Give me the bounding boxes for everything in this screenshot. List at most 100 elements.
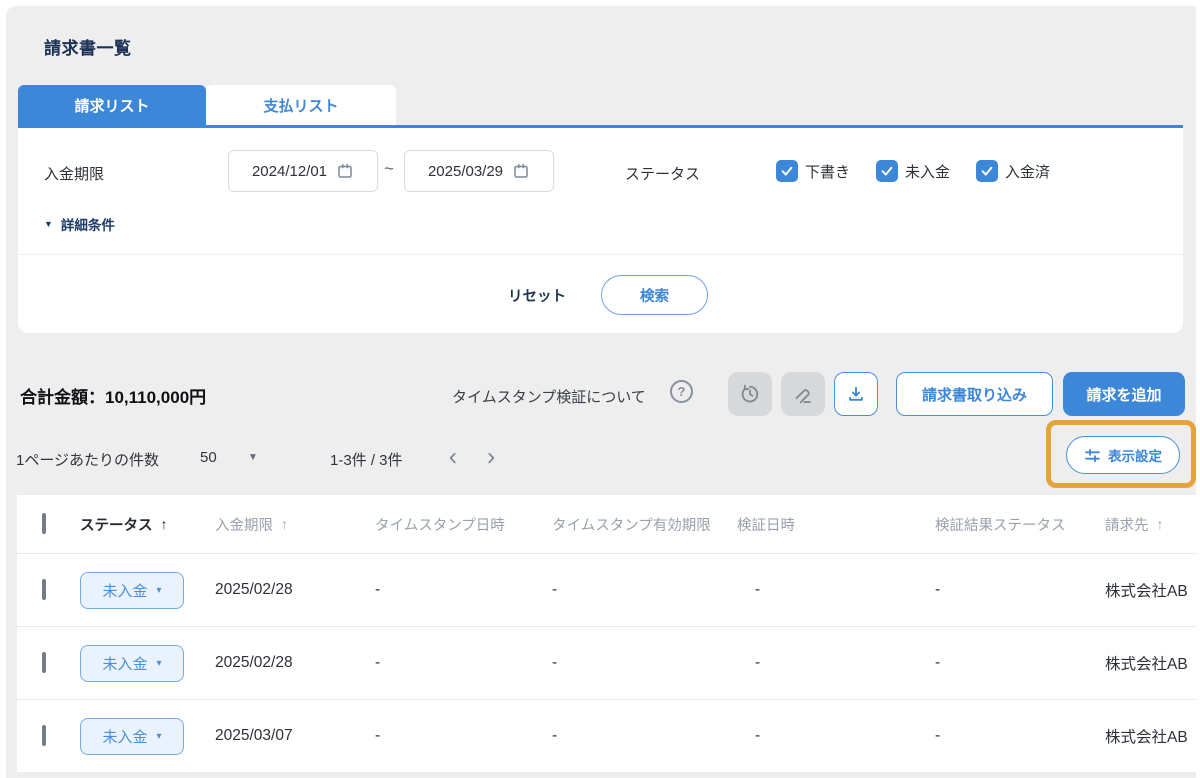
- status-label: 未入金: [102, 655, 148, 673]
- reset-button[interactable]: リセット: [508, 285, 566, 306]
- calendar-icon: [336, 162, 354, 180]
- date-from-value: 2024/12/01: [251, 162, 328, 180]
- status-filter-label: ステータス: [625, 166, 701, 183]
- cell-due-date: 2025/02/28: [215, 654, 293, 671]
- column-header-label: タイムスタンプ日時: [375, 517, 505, 534]
- caret-down-icon[interactable]: ▼: [248, 452, 258, 463]
- next-page-button[interactable]: [478, 445, 504, 471]
- filter-divider: [18, 254, 1183, 255]
- column-header-1[interactable]: ステータス ↑: [80, 514, 215, 535]
- help-icon[interactable]: ?: [670, 380, 693, 403]
- caret-down-icon: ▾: [156, 584, 162, 596]
- column-header-label: 入金期限: [215, 517, 273, 534]
- column-header-6: 検証結果ステータス: [935, 514, 1105, 535]
- cell-client: 株式会社AB: [1105, 583, 1188, 600]
- row-checkbox[interactable]: [42, 652, 46, 673]
- cell-timestamp: -: [375, 727, 381, 744]
- cell-timestamp-expiry: -: [552, 654, 558, 671]
- cell-verified-at: -: [755, 654, 761, 671]
- display-settings-button[interactable]: 表示設定: [1066, 436, 1180, 474]
- page-title: 請求書一覧: [44, 39, 132, 58]
- date-from-input[interactable]: 2024/12/01: [228, 150, 378, 192]
- status-filter-checkbox-1[interactable]: 未入金: [876, 160, 950, 182]
- cell-client: 株式会社AB: [1105, 729, 1188, 746]
- cell-timestamp: -: [375, 581, 381, 598]
- checkbox-checked-icon: [876, 160, 899, 182]
- eraser-icon: [792, 383, 814, 405]
- status-dropdown[interactable]: 未入金 ▾: [80, 717, 184, 755]
- display-settings-label: 表示設定: [1108, 449, 1162, 464]
- cell-due-date: 2025/03/07: [215, 727, 293, 744]
- date-to-value: 2025/03/29: [427, 162, 504, 180]
- caret-down-icon: ▾: [156, 730, 162, 742]
- status-label: 未入金: [102, 582, 148, 600]
- cell-timestamp: -: [375, 654, 381, 671]
- column-header-label: ステータス: [80, 517, 153, 534]
- cell-verified-at: -: [755, 581, 761, 598]
- date-range-separator: ~: [384, 159, 394, 178]
- cell-timestamp-expiry: -: [552, 581, 558, 598]
- table-row: 未入金 ▾ 2025/02/28 - - - - 株式会社AB: [17, 554, 1197, 627]
- sort-arrow-icon: ↑: [160, 516, 168, 532]
- column-header-7[interactable]: 請求先 ↑: [1105, 514, 1197, 535]
- history-button[interactable]: [728, 372, 772, 416]
- search-button[interactable]: 検索: [601, 275, 708, 315]
- column-header-3: タイムスタンプ日時: [375, 514, 552, 535]
- sort-arrow-icon: ↑: [281, 516, 288, 532]
- due-date-label: 入金期限: [44, 166, 105, 183]
- import-invoice-button[interactable]: 請求書取り込み: [896, 372, 1053, 416]
- timestamp-info-label: タイムスタンプ検証について: [452, 389, 646, 406]
- status-dropdown[interactable]: 未入金 ▾: [80, 571, 184, 609]
- prev-page-button[interactable]: [440, 445, 466, 471]
- history-icon: [739, 383, 761, 405]
- column-header-5: 検証日時: [737, 514, 935, 535]
- download-button[interactable]: [834, 372, 878, 416]
- chevron-right-icon: [483, 450, 499, 466]
- detail-conditions-label: 詳細条件: [60, 218, 115, 233]
- column-header-4: タイムスタンプ有効期限: [552, 514, 737, 535]
- eraser-button[interactable]: [781, 372, 825, 416]
- cell-verified-at: -: [755, 727, 761, 744]
- status-checkbox-group: 下書き 未入金 入金済: [776, 160, 1050, 182]
- status-option-label: 入金済: [1005, 163, 1051, 181]
- cell-verify-result: -: [935, 654, 941, 671]
- checkbox-checked-icon: [976, 160, 999, 182]
- table-row: 未入金 ▾ 2025/03/07 - - - - 株式会社AB: [17, 700, 1197, 772]
- table-row: 未入金 ▾ 2025/02/28 - - - - 株式会社AB: [17, 627, 1197, 700]
- status-filter-checkbox-2[interactable]: 入金済: [976, 160, 1050, 182]
- column-header-label: タイムスタンプ有効期限: [552, 517, 711, 534]
- status-option-label: 下書き: [805, 163, 851, 181]
- page-range: 1-3件 / 3件: [330, 452, 403, 469]
- column-header-label: 検証結果ステータス: [935, 517, 1066, 534]
- calendar-icon: [512, 162, 530, 180]
- download-icon: [846, 384, 866, 404]
- column-header-2[interactable]: 入金期限 ↑: [215, 514, 375, 535]
- sort-arrow-icon: ↑: [1156, 516, 1164, 532]
- select-all-checkbox[interactable]: [42, 513, 46, 534]
- table-header-row: ステータス ↑ 入金期限 ↑ タイムスタンプ日時 タイムスタンプ有効期限 検証日時 検証結果ス…: [17, 495, 1197, 554]
- date-to-input[interactable]: 2025/03/29: [404, 150, 554, 192]
- column-header-label: 請求先: [1105, 517, 1149, 534]
- status-dropdown[interactable]: 未入金 ▾: [80, 644, 184, 682]
- status-label: 未入金: [102, 728, 148, 746]
- add-invoice-button[interactable]: 請求を追加: [1063, 372, 1185, 416]
- caret-down-icon: ▾: [156, 657, 162, 669]
- detail-conditions-toggle[interactable]: ▼ 詳細条件: [44, 214, 115, 234]
- table-body: 未入金 ▾ 2025/02/28 - - - - 株式会社AB 未入金 ▾ 20…: [17, 554, 1197, 772]
- cell-due-date: 2025/02/28: [215, 581, 293, 598]
- total-amount: 合計金額：10,110,000円: [20, 388, 207, 407]
- per-page-select[interactable]: 50: [200, 449, 217, 466]
- tab-invoice-list[interactable]: 請求リスト: [18, 85, 206, 126]
- status-option-label: 未入金: [905, 163, 951, 181]
- filter-panel: 入金期限 2024/12/01 ~ 2025/03/29 ステータス 下書き 未…: [18, 128, 1183, 333]
- caret-down-icon: ▼: [44, 219, 53, 229]
- checkbox-checked-icon: [776, 160, 798, 182]
- tab-payment-list[interactable]: 支払リスト: [206, 85, 396, 126]
- status-filter-checkbox-0[interactable]: 下書き: [776, 160, 850, 182]
- row-checkbox[interactable]: [42, 725, 46, 746]
- cell-client: 株式会社AB: [1105, 656, 1188, 673]
- column-header-label: 検証日時: [737, 517, 795, 534]
- cell-timestamp-expiry: -: [552, 727, 558, 744]
- invoice-table: ステータス ↑ 入金期限 ↑ タイムスタンプ日時 タイムスタンプ有効期限 検証日時 検証結果ス…: [17, 495, 1197, 772]
- row-checkbox[interactable]: [42, 579, 46, 600]
